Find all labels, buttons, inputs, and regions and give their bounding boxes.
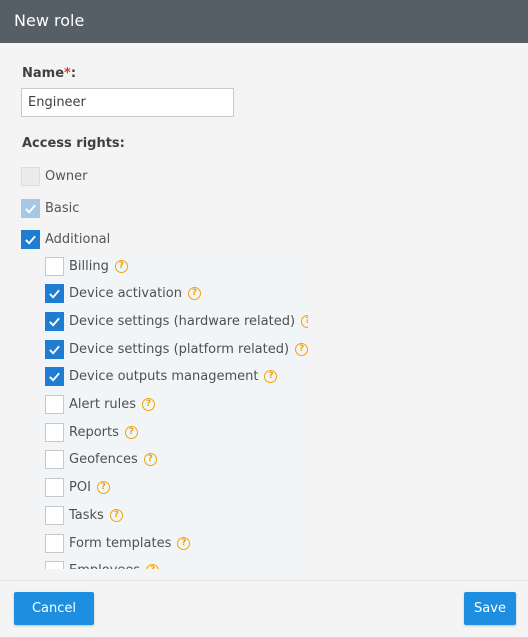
help-icon[interactable]: ? (301, 314, 308, 328)
right-label: Reports (69, 424, 119, 440)
help-icon[interactable]: ? (124, 425, 138, 439)
help-icon[interactable]: ? (177, 536, 191, 550)
right-checkbox[interactable] (45, 478, 64, 498)
additional-right-item[interactable]: Geofences? (45, 450, 157, 470)
additional-right-item[interactable]: Employees? (45, 561, 160, 569)
right-checkbox[interactable] (45, 561, 64, 569)
owner-checkbox[interactable] (21, 166, 40, 186)
right-checkbox[interactable] (45, 339, 64, 359)
additional-right-item[interactable]: Device outputs management? (45, 367, 278, 387)
required-mark: * (64, 66, 71, 81)
right-label: POI (69, 480, 91, 496)
additional-right-item[interactable]: Alert rules? (45, 395, 156, 415)
basic-label: Basic (45, 200, 80, 216)
right-label: Device settings (hardware related) (69, 313, 296, 329)
additional-right-item[interactable]: Tasks? (45, 505, 123, 525)
additional-rights-list[interactable]: Billing? Device activation? Device setting… (40, 251, 308, 569)
right-checkbox[interactable] (45, 422, 64, 442)
check-icon (49, 317, 60, 327)
check-icon (25, 204, 36, 214)
footer-divider (0, 580, 528, 581)
owner-label: Owner (45, 168, 88, 184)
additional-right-item[interactable]: Device settings (hardware related)? (45, 311, 308, 331)
dialog-header: New role (0, 0, 528, 43)
right-label: Billing (69, 258, 109, 274)
check-icon (49, 345, 60, 355)
help-icon[interactable]: ? (146, 564, 160, 569)
help-icon[interactable]: ? (114, 259, 128, 273)
cancel-button[interactable]: Cancel (14, 592, 94, 625)
right-checkbox[interactable] (45, 284, 64, 304)
right-label: Alert rules (69, 397, 137, 412)
right-label: Device settings (platform related) (69, 341, 290, 357)
right-checkbox[interactable] (45, 505, 64, 525)
additional-label: Additional (45, 231, 111, 247)
access-rights-label: Access rights: (22, 136, 125, 151)
additional-right-item[interactable]: Form templates? (45, 533, 191, 553)
check-icon (49, 372, 60, 382)
name-input[interactable] (21, 88, 234, 117)
right-label: Device outputs management (69, 369, 259, 385)
right-additional[interactable]: Additional (21, 229, 110, 249)
right-checkbox[interactable] (45, 450, 64, 470)
help-icon[interactable]: ? (96, 481, 110, 495)
help-icon[interactable]: ? (264, 370, 278, 384)
right-label: Form templates (69, 535, 172, 551)
help-icon[interactable]: ? (143, 453, 157, 467)
additional-right-item[interactable]: Reports? (45, 422, 138, 442)
help-icon[interactable]: ? (187, 287, 201, 301)
right-basic[interactable]: Basic (21, 198, 79, 218)
name-label: Name*: (22, 66, 77, 81)
right-label: Geofences (69, 452, 138, 468)
check-icon (25, 235, 36, 245)
right-label: Employees (69, 563, 140, 569)
help-icon[interactable]: ? (109, 508, 123, 522)
right-checkbox[interactable] (45, 395, 64, 414)
right-label: Tasks (69, 507, 104, 523)
right-checkbox[interactable] (45, 533, 64, 553)
right-checkbox[interactable] (45, 256, 64, 276)
right-label: Device activation (69, 286, 182, 302)
additional-right-item[interactable]: Device activation? (45, 284, 201, 304)
check-icon (49, 289, 60, 299)
basic-checkbox[interactable] (21, 198, 40, 218)
help-icon[interactable]: ? (142, 398, 156, 411)
right-checkbox[interactable] (45, 311, 64, 331)
additional-right-item[interactable]: Device settings (platform related)? (45, 339, 308, 359)
help-icon[interactable]: ? (295, 342, 308, 356)
additional-right-item[interactable]: POI? (45, 478, 110, 498)
dialog-title: New role (14, 11, 85, 30)
additional-checkbox[interactable] (21, 229, 40, 249)
right-owner[interactable]: Owner (21, 166, 87, 186)
save-button[interactable]: Save (464, 592, 516, 625)
right-checkbox[interactable] (45, 367, 64, 387)
additional-right-item[interactable]: Billing? (45, 256, 128, 276)
